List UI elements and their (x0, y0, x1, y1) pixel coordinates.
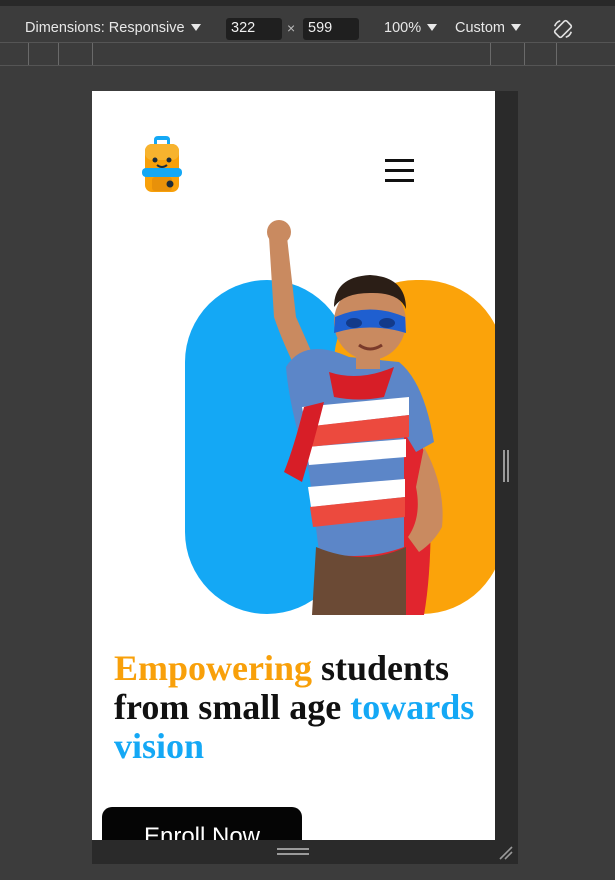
times-sign: × (287, 20, 296, 36)
zoom-dropdown[interactable]: 100% (384, 20, 438, 36)
dimensions-dropdown[interactable]: Dimensions: Responsive (25, 20, 201, 36)
chevron-down-icon (510, 24, 521, 31)
bottom-resize-handle[interactable] (277, 848, 309, 856)
enroll-now-button[interactable]: Enroll Now (102, 807, 302, 840)
device-viewport: Empowering students from small age towar… (92, 91, 495, 840)
chevron-down-icon (427, 24, 438, 31)
media-query-ruler (0, 42, 615, 66)
height-input[interactable]: 599 (303, 18, 359, 40)
throttle-dropdown[interactable]: Custom (455, 20, 521, 36)
corner-resize-icon[interactable] (498, 845, 514, 861)
rotate-device-icon[interactable] (552, 18, 574, 40)
dimensions-label: Dimensions: Responsive (25, 20, 185, 36)
chevron-down-icon (190, 24, 201, 31)
hamburger-menu-icon[interactable] (385, 159, 415, 183)
backpack-logo-icon[interactable] (142, 136, 182, 194)
hero-headline: Empowering students from small age towar… (114, 649, 495, 766)
right-resize-handle[interactable] (503, 450, 509, 482)
headline-word-empowering: Empowering (114, 648, 312, 688)
devtools-device-toolbar: Dimensions: Responsive 322 × 599 100% Cu… (0, 0, 615, 42)
throttle-label: Custom (455, 20, 505, 36)
zoom-label: 100% (384, 20, 422, 36)
hero-image (185, 220, 495, 615)
width-input[interactable]: 322 (226, 18, 282, 40)
